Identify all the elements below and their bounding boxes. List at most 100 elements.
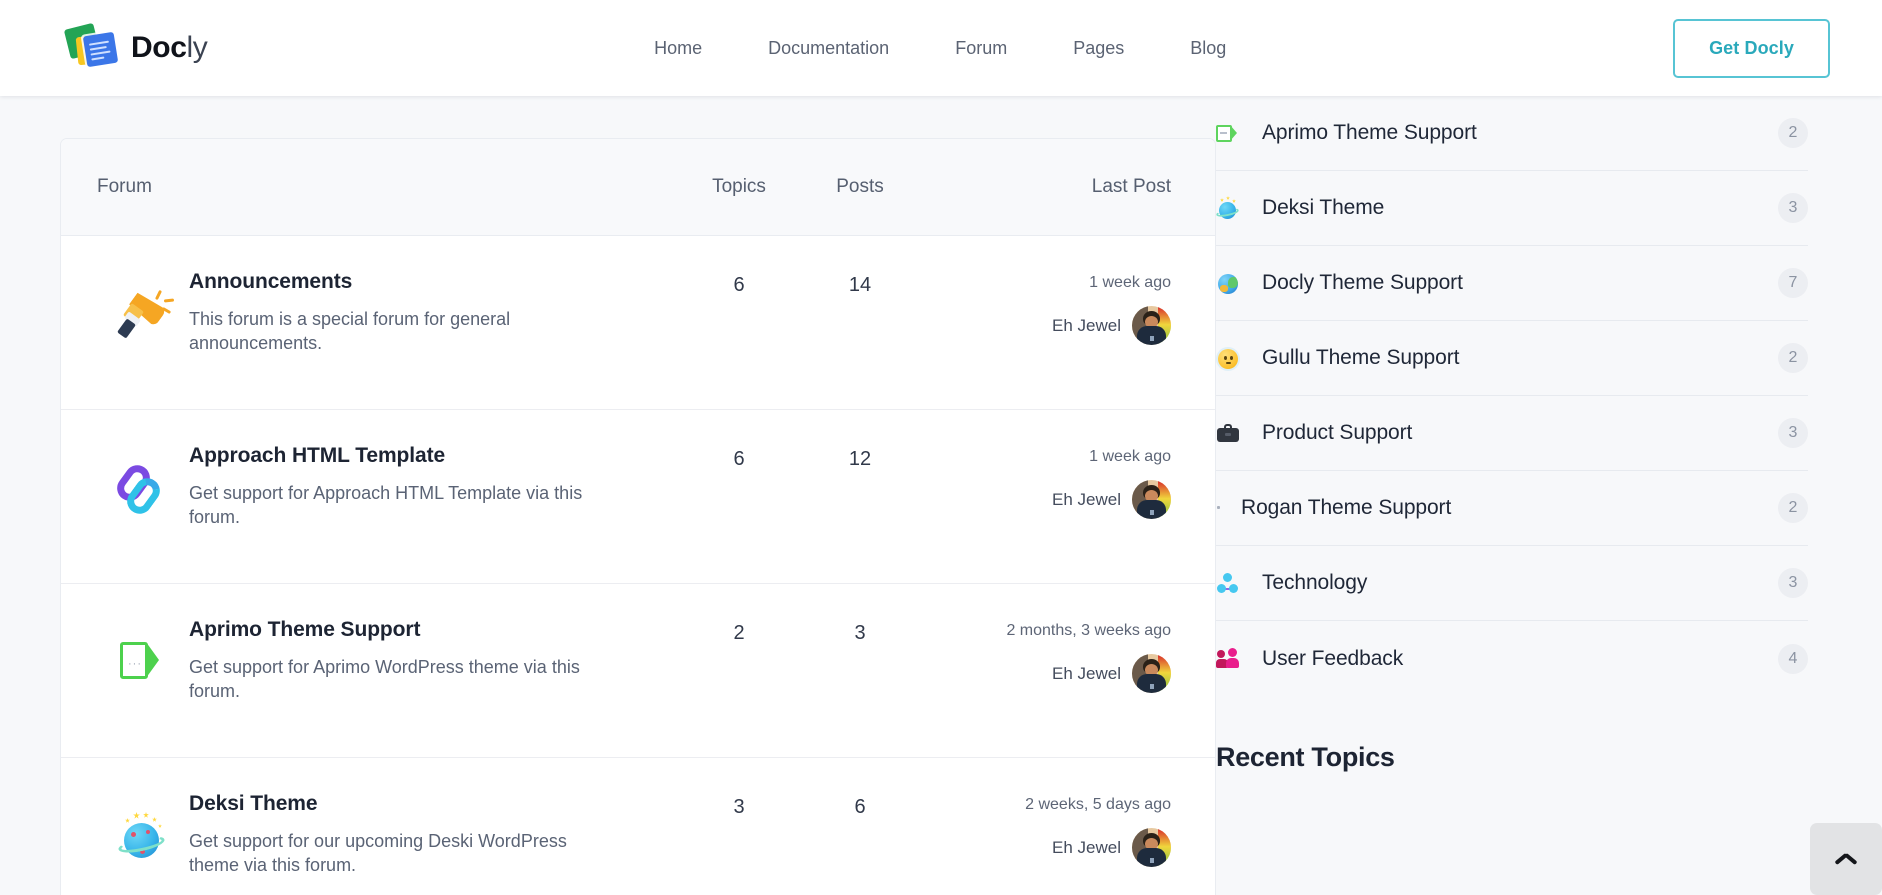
last-post-cell: 1 week ago Eh Jewel (921, 444, 1171, 519)
table-row[interactable]: ··· Aprimo Theme Support Get support for… (61, 584, 1215, 758)
table-row[interactable]: Deksi Theme Get support for our upcoming… (61, 758, 1215, 895)
chevron-up-icon (1835, 854, 1857, 865)
sidebar-item-label: Aprimo Theme Support (1262, 121, 1477, 144)
green-tag-icon: ··· (120, 636, 166, 684)
last-post-time: 1 week ago (1089, 274, 1171, 291)
main-column: Forum Topics Posts Last Post Announcemen… (0, 96, 1216, 895)
last-post-cell: 2 weeks, 5 days ago Eh Jewel (921, 792, 1171, 867)
page-body: Forum Topics Posts Last Post Announcemen… (0, 96, 1882, 895)
sidebar-item-count: 3 (1778, 418, 1808, 448)
column-header-forum: Forum (97, 176, 152, 197)
sidebar-item-rogan-theme-support[interactable]: Rogan Theme Support 2 (1216, 471, 1808, 546)
forum-title-link[interactable]: Approach HTML Template (189, 444, 655, 468)
sidebar-item-technology[interactable]: Technology 3 (1216, 546, 1808, 621)
sidebar-forum-list: Aprimo Theme Support 2 Deksi Theme 3 Doc… (1215, 96, 1808, 696)
recent-topics-heading: Recent Topics (1216, 742, 1395, 772)
brand-name-bold: Doc (131, 31, 187, 64)
sidebar-item-count: 2 (1778, 493, 1808, 523)
sidebar-item-docly-theme-support[interactable]: Docly Theme Support 7 (1216, 246, 1808, 321)
topics-count: 6 (733, 448, 745, 470)
row-body: Announcements This forum is a special fo… (189, 270, 679, 355)
docly-logo-icon (63, 22, 120, 73)
topics-count: 3 (733, 796, 745, 818)
column-header-posts: Posts (836, 176, 884, 197)
nav-item-blog[interactable]: Blog (1157, 0, 1259, 96)
forum-description: Get support for our upcoming Deski WordP… (189, 831, 567, 876)
main-navigation: Home Documentation Forum Pages Blog (207, 0, 1673, 96)
sidebar-item-label: Deksi Theme (1262, 196, 1385, 219)
posts-count: 12 (848, 448, 872, 470)
forum-title-link[interactable]: Deksi Theme (189, 792, 655, 816)
sidebar-icon-slot (1216, 346, 1262, 370)
get-docly-button[interactable]: Get Docly (1673, 18, 1830, 78)
sidebar-item-count: 2 (1778, 343, 1808, 373)
row-body: Approach HTML Template Get support for A… (189, 444, 679, 529)
dot-icon (1216, 496, 1240, 520)
row-icon-cell (97, 792, 189, 864)
sidebar-item-label: Gullu Theme Support (1262, 346, 1460, 369)
forum-description: This forum is a special forum for genera… (189, 309, 511, 354)
last-post-author-name: Eh Jewel (1052, 837, 1121, 857)
recent-topics-list (1216, 801, 1808, 825)
sidebar-item-count: 3 (1778, 568, 1808, 598)
last-post-cell: 1 week ago Eh Jewel (921, 270, 1171, 345)
table-row[interactable]: Announcements This forum is a special fo… (61, 236, 1215, 410)
forum-description: Get support for Approach HTML Template v… (189, 483, 583, 528)
megaphone-icon (116, 288, 175, 342)
nav-item-forum[interactable]: Forum (922, 0, 1040, 96)
sidebar-item-product-support[interactable]: Product Support 3 (1216, 396, 1808, 471)
column-header-last-post: Last Post (1091, 176, 1171, 197)
forum-description: Get support for Aprimo WordPress theme v… (189, 657, 580, 702)
last-post-author[interactable]: Eh Jewel (921, 654, 1171, 693)
last-post-time: 2 weeks, 5 days ago (1025, 796, 1171, 813)
last-post-author-name: Eh Jewel (1052, 489, 1121, 509)
sidebar: Aprimo Theme Support 2 Deksi Theme 3 Doc… (1156, 96, 1882, 895)
sidebar-item-gullu-theme-support[interactable]: Gullu Theme Support 2 (1216, 321, 1808, 396)
sidebar-item-label: Product Support (1262, 421, 1413, 444)
sidebar-item-label: Docly Theme Support (1262, 271, 1463, 294)
users-icon (1216, 647, 1242, 671)
posts-count: 6 (854, 796, 866, 818)
scroll-to-top-button[interactable] (1810, 823, 1882, 895)
sidebar-item-label: Rogan Theme Support (1241, 496, 1452, 519)
sidebar-item-count: 7 (1778, 268, 1808, 298)
row-icon-cell: ··· (97, 618, 189, 684)
sidebar-item-count: 2 (1778, 118, 1808, 148)
last-post-author[interactable]: Eh Jewel (921, 828, 1171, 867)
forum-title-link[interactable]: Announcements (189, 270, 655, 294)
posts-count: 3 (854, 622, 866, 644)
sidebar-item-user-feedback[interactable]: User Feedback 4 (1216, 621, 1808, 696)
sidebar-icon-slot (1216, 121, 1262, 145)
row-icon-cell (97, 270, 189, 342)
last-post-time: 2 months, 3 weeks ago (1006, 622, 1171, 639)
nav-item-pages[interactable]: Pages (1040, 0, 1157, 96)
sidebar-icon-slot (1216, 421, 1262, 445)
sidebar-item-label: User Feedback (1262, 646, 1404, 670)
sidebar-icon-slot (1215, 196, 1262, 220)
column-header-topics: Topics (712, 176, 766, 197)
sidebar-item-aprimo-theme-support[interactable]: Aprimo Theme Support 2 (1216, 96, 1808, 171)
brand-name-light: ly (186, 31, 208, 64)
nav-item-home[interactable]: Home (621, 0, 735, 96)
sidebar-item-label: Technology (1262, 571, 1368, 594)
table-row[interactable]: Approach HTML Template Get support for A… (61, 410, 1215, 584)
sidebar-icon-slot (1216, 647, 1262, 671)
site-header: Docly Home Documentation Forum Pages Blo… (0, 0, 1882, 96)
last-post-cell: 2 months, 3 weeks ago Eh Jewel (921, 618, 1171, 693)
last-post-author-name: Eh Jewel (1052, 663, 1121, 683)
sidebar-icon-slot (1216, 571, 1262, 595)
sidebar-item-count: 4 (1778, 643, 1808, 674)
last-post-author[interactable]: Eh Jewel (921, 306, 1171, 345)
forum-table-card: Forum Topics Posts Last Post Announcemen… (60, 138, 1216, 895)
forum-title-link[interactable]: Aprimo Theme Support (189, 618, 655, 642)
last-post-author[interactable]: Eh Jewel (921, 480, 1171, 519)
planet-icon (1215, 196, 1240, 220)
topics-count: 6 (733, 274, 745, 296)
nav-item-documentation[interactable]: Documentation (735, 0, 922, 96)
forum-table-header: Forum Topics Posts Last Post (61, 139, 1215, 236)
row-icon-cell (97, 444, 189, 519)
sidebar-icon-slot (1216, 271, 1262, 295)
sidebar-icon-slot (1216, 496, 1241, 520)
brand-logo[interactable]: Docly (63, 22, 208, 73)
sidebar-item-deksi-theme[interactable]: Deksi Theme 3 (1215, 171, 1808, 246)
